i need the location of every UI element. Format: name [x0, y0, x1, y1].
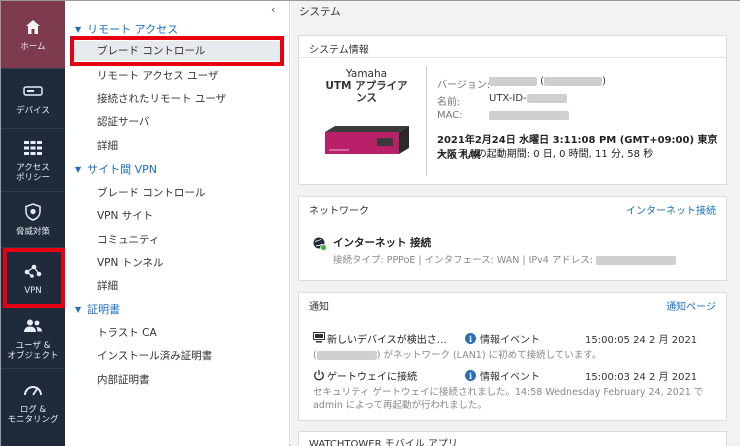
main-nav-rail: ホーム デバイス アクセス ポリシー 脅威対策 VPN ユーザ & オブジェクト: [1, 1, 65, 446]
shield-icon: [22, 202, 44, 222]
network-card: ネットワーク インターネット接続 インターネット 接続 接続タイプ: PPPoE…: [298, 196, 727, 281]
version-label: バージョン:: [437, 80, 491, 91]
nav-ra-users[interactable]: リモート アクセス ユーザ: [97, 68, 218, 83]
nav-ra-blade-control[interactable]: ブレード コントロール: [73, 41, 283, 61]
rail-item-users-objects[interactable]: ユーザ & オブジェクト: [1, 311, 65, 366]
rail-label-access-policy: アクセス ポリシー: [15, 162, 50, 183]
rail-label-threat-prevention: 脅威対策: [15, 226, 50, 237]
vpn-network-icon: [22, 261, 44, 281]
grid-icon: [22, 138, 44, 158]
system-info-title: システム情報: [309, 45, 369, 56]
nav-ra-advanced[interactable]: 詳細: [97, 138, 118, 153]
mac-label: MAC:: [437, 110, 463, 121]
nav-s2s-advanced[interactable]: 詳細: [97, 278, 118, 293]
watchtower-title: WATCHTOWER モバイル アプリ: [309, 439, 458, 446]
section-title: サイト間 VPN: [87, 163, 158, 176]
info-icon: i: [465, 370, 476, 381]
rail-item-threat-prevention[interactable]: 脅威対策: [1, 194, 65, 244]
vpn-subnav: ‹ ▼ リモート アクセス ブレード コントロール リモート アクセス ユーザ …: [65, 1, 290, 446]
internet-connection-link[interactable]: インターネット接続: [626, 202, 716, 217]
rail-label-logs-monitoring: ログ & モニタリング: [7, 404, 59, 425]
section-certificates[interactable]: ▼ 証明書: [75, 301, 120, 317]
internet-detail: 接続タイプ: PPPoE | インタフェース: WAN | IPv4 アドレス:: [333, 252, 677, 266]
appliance-image: [321, 124, 411, 161]
nav-cert-internal[interactable]: 内部証明書: [97, 372, 150, 387]
system-info-card: システム情報 Yamaha UTM アプライア ンス バージョン: () 名前:…: [298, 35, 727, 185]
event-time: 15:00:03 24 2 月 2021: [585, 372, 698, 383]
rail-label-home: ホーム: [20, 42, 46, 52]
event-badge: i 情報イベント: [465, 331, 540, 346]
name-value: UTX-ID-: [489, 93, 567, 104]
globe-icon: [313, 237, 327, 254]
rail-item-vpn[interactable]: VPN: [1, 251, 65, 305]
nav-ra-connected-users[interactable]: 接続されたリモート ユーザ: [97, 91, 226, 106]
nav-s2s-vpn-tunnels[interactable]: VPN トンネル: [97, 255, 164, 270]
rail-item-access-policy[interactable]: アクセス ポリシー: [1, 131, 65, 189]
section-title: 証明書: [87, 303, 121, 316]
notifications-page-link[interactable]: 通知ページ: [666, 298, 716, 313]
event-desc: () がネットワーク (LAN1) に初めて接続しています。: [313, 350, 602, 361]
notifications-card: 通知 通知ページ 新しいデバイスが検出さ… i 情報イベント 15:00:05 2…: [298, 292, 727, 421]
triangle-down-icon: ▼: [75, 164, 82, 174]
event-title[interactable]: ゲートウェイに接続: [327, 368, 417, 383]
rail-item-devices[interactable]: デバイス: [1, 71, 65, 126]
triangle-down-icon: ▼: [75, 24, 82, 34]
info-icon: i: [465, 333, 476, 344]
mac-value: [489, 110, 569, 121]
system-uptime: システムの起動期間: 0 日, 0 時間, 11 分, 58 秒: [437, 149, 654, 160]
watchtower-card: WATCHTOWER モバイル アプリ: [298, 431, 727, 446]
version-value: (): [489, 76, 606, 87]
home-icon: [22, 17, 44, 37]
section-site-to-site[interactable]: ▼ サイト間 VPN: [75, 161, 157, 177]
event-desc: セキュリティ ゲートウェイに接続されました。14:58 Wednesday Fe…: [313, 387, 704, 411]
rail-label-vpn: VPN: [24, 285, 42, 296]
notifications-title: 通知: [309, 302, 329, 313]
users-icon: [22, 316, 44, 336]
event-title[interactable]: 新しいデバイスが検出さ…: [327, 331, 447, 346]
rail-item-logs-monitoring[interactable]: ログ & モニタリング: [1, 373, 65, 431]
nav-s2s-blade-control[interactable]: ブレード コントロール: [97, 185, 205, 200]
power-icon: [313, 369, 325, 384]
internet-status: インターネット 接続: [333, 237, 432, 249]
device-icon: [22, 81, 44, 101]
rail-item-home[interactable]: ホーム: [1, 1, 65, 68]
page-title: システム: [299, 6, 341, 18]
nav-cert-trusted-ca[interactable]: トラスト CA: [97, 325, 157, 340]
network-title: ネットワーク: [309, 206, 369, 217]
main-content: システム システム情報 Yamaha UTM アプライア ンス バージョン: (…: [291, 1, 740, 446]
section-title: リモート アクセス: [87, 23, 179, 36]
event-time: 15:00:05 24 2 月 2021: [585, 335, 698, 346]
section-remote-access[interactable]: ▼ リモート アクセス: [75, 21, 178, 37]
name-label: 名前:: [437, 97, 461, 108]
rail-label-users-objects: ユーザ & オブジェクト: [7, 341, 59, 361]
nav-cert-installed[interactable]: インストール済み証明書: [97, 348, 212, 363]
nav-ra-auth-servers[interactable]: 認証サーバ: [97, 114, 149, 129]
nav-s2s-vpn-sites[interactable]: VPN サイト: [97, 208, 153, 223]
product-name: Yamaha UTM アプライア ンス: [325, 68, 408, 104]
event-badge: i 情報イベント: [465, 368, 540, 383]
nav-s2s-community[interactable]: コミュニティ: [97, 232, 159, 247]
triangle-down-icon: ▼: [75, 304, 82, 314]
gauge-icon: [22, 380, 44, 400]
collapse-icon[interactable]: ‹: [271, 3, 275, 16]
rail-label-devices: デバイス: [16, 106, 50, 116]
monitor-icon: [313, 332, 325, 346]
